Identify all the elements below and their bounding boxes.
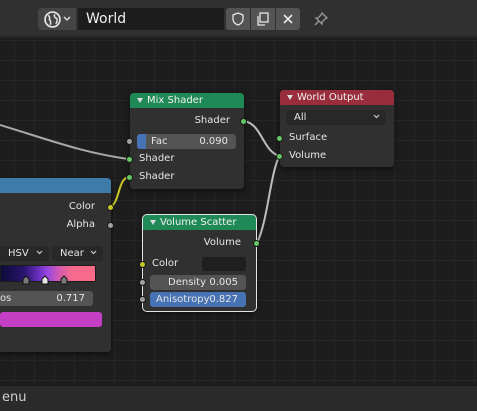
link-ramp-color-to-mix <box>110 176 129 208</box>
color-ramp-header[interactable] <box>0 178 111 193</box>
color-mode-value: HSV <box>8 248 29 259</box>
status-text: enu <box>2 390 27 405</box>
status-bar: enu <box>0 385 477 411</box>
shader-input-1-label: Shader <box>139 153 175 164</box>
interpolation-select[interactable]: Near <box>52 246 103 261</box>
world-name-field[interactable]: World <box>78 8 224 30</box>
anisotropy-field[interactable]: Anisotropy 0.827 <box>150 292 246 307</box>
pin-icon <box>314 11 329 26</box>
volume-output-label: Volume <box>203 237 241 248</box>
pin-button[interactable] <box>310 8 332 30</box>
alpha-output-label: Alpha <box>66 219 95 230</box>
density-socket[interactable] <box>139 279 146 286</box>
collapse-icon[interactable] <box>150 220 156 225</box>
color-ramp-node[interactable]: Color Alpha HSV Near os 0.717 <box>0 178 114 352</box>
color-output-socket[interactable] <box>107 204 114 211</box>
globe-icon <box>43 10 61 28</box>
stop-color-swatch[interactable] <box>0 312 102 327</box>
color-stop-marker <box>60 275 68 285</box>
header-divider <box>0 36 477 38</box>
color-stop-marker <box>41 275 49 285</box>
world-output-header[interactable]: World Output <box>280 90 394 105</box>
color-mode-select[interactable]: HSV <box>0 246 49 261</box>
color-output-label: Color <box>68 201 95 212</box>
surface-input-label: Surface <box>289 132 328 143</box>
mix-shader-node[interactable]: Mix Shader Shader Fac 0.090 Shader Shade… <box>126 93 247 189</box>
link-scatter-to-volume <box>256 156 280 244</box>
color-stops[interactable] <box>0 274 96 286</box>
volume-input-socket[interactable] <box>276 153 283 160</box>
chevron-down-icon <box>63 16 70 21</box>
density-value: 0.005 <box>209 277 238 288</box>
mix-shader-output-label: Shader <box>194 115 230 126</box>
collapse-icon[interactable] <box>137 98 143 103</box>
anisotropy-socket[interactable] <box>139 296 146 303</box>
position-field[interactable]: os 0.717 <box>0 291 93 306</box>
fac-field[interactable]: Fac 0.090 <box>137 134 236 149</box>
volume-output-socket[interactable] <box>253 240 260 247</box>
duplicate-world-button[interactable] <box>251 8 275 30</box>
target-value: All <box>294 112 307 123</box>
fac-fill-bar <box>137 134 146 149</box>
mix-shader-title: Mix Shader <box>147 95 203 106</box>
duplicate-icon <box>257 12 269 26</box>
target-select[interactable]: All <box>286 110 386 125</box>
volume-scatter-header[interactable]: Volume Scatter <box>143 215 256 230</box>
chevron-down-icon <box>373 114 380 119</box>
link-ramp-to-mix <box>0 124 129 160</box>
density-field[interactable]: Density 0.005 <box>150 275 246 290</box>
density-label: Density <box>168 277 207 288</box>
alpha-output-socket[interactable] <box>107 222 114 229</box>
shader-input-1-socket[interactable] <box>126 156 133 163</box>
fake-user-button[interactable] <box>226 8 250 30</box>
node-editor-header: World <box>0 0 477 38</box>
collapse-icon[interactable] <box>287 95 293 100</box>
fac-input-socket[interactable] <box>126 138 133 145</box>
scatter-color-swatch[interactable] <box>202 257 246 271</box>
scatter-color-label: Color <box>152 258 179 269</box>
position-label: os <box>0 293 12 304</box>
color-stop-marker <box>22 275 30 285</box>
shader-input-2-label: Shader <box>139 171 175 182</box>
shield-icon <box>232 12 244 26</box>
world-output-node[interactable]: World Output All Surface Volume <box>276 90 394 167</box>
shader-input-2-socket[interactable] <box>126 174 133 181</box>
unlink-world-button[interactable] <box>276 8 300 30</box>
chevron-down-icon <box>36 250 43 255</box>
volume-scatter-title: Volume Scatter <box>160 217 237 228</box>
link-mix-to-surface <box>243 120 280 157</box>
fac-label: Fac <box>151 136 168 147</box>
fac-value: 0.090 <box>199 136 228 147</box>
chevron-down-icon <box>90 250 97 255</box>
scatter-color-socket[interactable] <box>139 261 146 268</box>
anisotropy-label: Anisotropy <box>156 294 210 305</box>
position-value: 0.717 <box>56 293 85 304</box>
world-browse-button[interactable] <box>38 8 76 30</box>
surface-input-socket[interactable] <box>276 135 283 142</box>
anisotropy-value: 0.827 <box>209 294 238 305</box>
world-output-title: World Output <box>297 92 364 103</box>
interpolation-value: Near <box>60 248 84 259</box>
volume-scatter-node[interactable]: Volume Scatter Volume Color Density 0.00… <box>139 214 260 312</box>
mix-shader-output-socket[interactable] <box>240 118 247 125</box>
volume-input-label: Volume <box>289 150 327 161</box>
close-icon <box>283 14 293 24</box>
mix-shader-header[interactable]: Mix Shader <box>130 93 244 108</box>
